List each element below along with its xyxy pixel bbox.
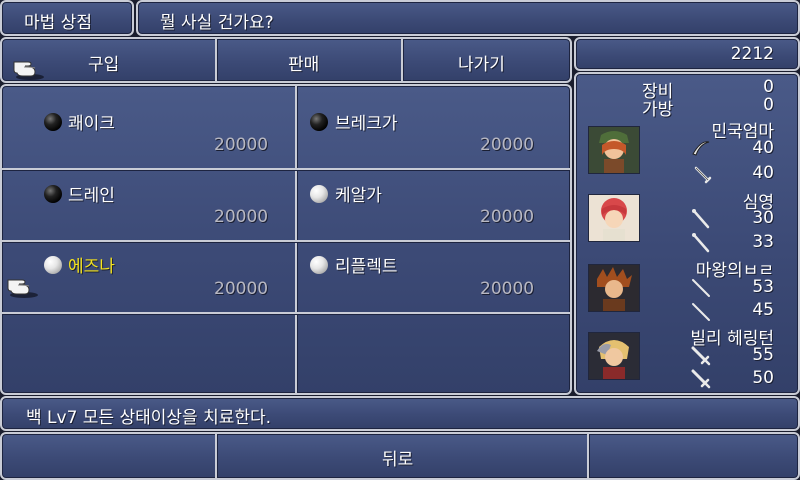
item-description: 백 Lv7 모든 상태이상을 치료한다. (26, 408, 272, 428)
member-stat-1: 30 (752, 208, 774, 228)
item-name: 쾌이크 (68, 114, 115, 134)
avatar (588, 264, 640, 312)
gil-panel: 2212 (574, 37, 800, 71)
back-button[interactable]: 뒤로 (382, 445, 413, 470)
boomerang-icon (692, 141, 710, 156)
pointing-hand-cursor-icon (13, 61, 44, 80)
gil-amount: 2212 (730, 44, 774, 64)
item-price: 20000 (480, 279, 535, 299)
avatar (588, 194, 640, 242)
black-magic-orb-icon (310, 113, 328, 131)
prompt-panel: 뭘 사실 건가요? (136, 0, 800, 36)
black-magic-orb-icon (44, 113, 62, 131)
menu-divider (215, 39, 217, 81)
item-name: 에즈나 (68, 257, 115, 277)
sword-icon (691, 346, 711, 366)
rod-icon (692, 209, 710, 229)
member-stat-2: 45 (752, 300, 774, 320)
grid-divider (2, 312, 570, 314)
item-price: 20000 (214, 135, 269, 155)
staff-icon (692, 279, 710, 297)
member-stat-2: 33 (752, 232, 774, 252)
dagger-icon (694, 166, 712, 184)
rod-icon (692, 233, 710, 253)
exit-button[interactable]: 나가기 (458, 50, 505, 75)
item-name: 리플렉트 (335, 257, 398, 277)
avatar (588, 332, 640, 380)
shop-title: 마법 상점 (24, 13, 92, 33)
member-stat-1: 55 (752, 345, 774, 365)
sell-button[interactable]: 판매 (288, 50, 319, 75)
footer-divider (587, 434, 589, 478)
carry-value: 0 (763, 95, 774, 115)
item-list-panel: 쾌이크 20000 브레크가 20000 드레인 20000 케알가 20000… (0, 84, 572, 395)
menu-divider (401, 39, 403, 81)
member-stat-1: 40 (752, 138, 774, 158)
grid-divider (2, 168, 570, 170)
menu-panel: 구입 판매 나가기 (0, 37, 572, 83)
item-price: 20000 (214, 279, 269, 299)
staff-icon (692, 303, 710, 321)
item-price: 20000 (214, 207, 269, 227)
grid-divider (2, 240, 570, 242)
member-stat-2: 40 (752, 163, 774, 183)
party-panel: 장비 0 가방 0 민국엄마 40 40 심영 30 33 마왕의ㅂㄹ 53 4… (574, 72, 800, 395)
item-price: 20000 (480, 207, 535, 227)
white-magic-orb-icon (310, 185, 328, 203)
footer-divider (215, 434, 217, 478)
member-stat-1: 53 (752, 277, 774, 297)
member-stat-2: 50 (752, 368, 774, 388)
buy-button[interactable]: 구입 (88, 50, 119, 75)
description-panel: 백 Lv7 모든 상태이상을 치료한다. (0, 396, 800, 431)
pointing-hand-cursor-icon (7, 279, 38, 298)
carry-label: 가방 (642, 100, 674, 120)
avatar (588, 126, 640, 174)
item-name: 브레크가 (335, 114, 398, 134)
shop-title-panel: 마법 상점 (0, 0, 134, 36)
sword-icon (691, 369, 711, 389)
white-magic-orb-icon (44, 256, 62, 274)
equip-value: 0 (763, 77, 774, 97)
black-magic-orb-icon (44, 185, 62, 203)
prompt-text: 뭘 사실 건가요? (160, 13, 274, 33)
item-price: 20000 (480, 135, 535, 155)
item-name: 케알가 (335, 186, 382, 206)
item-name: 드레인 (68, 186, 115, 206)
white-magic-orb-icon (310, 256, 328, 274)
footer-panel: 뒤로 (0, 432, 800, 480)
